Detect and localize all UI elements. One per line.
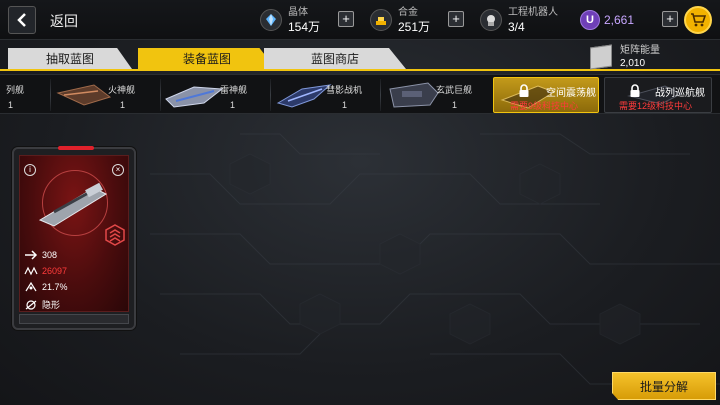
stat-value: 21.7% [42, 282, 68, 292]
ship-count: 1 [120, 100, 126, 110]
stat-value: 308 [42, 250, 58, 260]
weapon-cannon-icon [38, 182, 108, 227]
tab-blueprint-shop[interactable]: 蓝图商店 [264, 48, 406, 69]
resource-name: 工程机器人 [508, 7, 558, 18]
card-rarity-bar [58, 146, 94, 150]
resource-robot: 工程机器人 3/4 [480, 6, 558, 34]
ship-name: 列舰 [6, 85, 25, 95]
ship-count: 1 [452, 100, 458, 110]
stat-value: 26097 [42, 266, 68, 276]
blueprint-card[interactable]: i × 308 26097 21.7% 隐形 [12, 146, 136, 330]
resource-value: 251万 [398, 20, 431, 34]
divider [50, 79, 51, 111]
rank-chevron-icon [105, 224, 125, 246]
resource-value: 154万 [288, 20, 321, 34]
alloy-icon [370, 9, 392, 31]
tab-draw-blueprint[interactable]: 抽取蓝图 [8, 48, 132, 69]
robot-icon [480, 9, 502, 31]
resource-name: 晶体 [288, 7, 308, 18]
damage-icon [24, 266, 38, 276]
matrix-energy: 矩阵能量 2,010 [590, 44, 660, 70]
add-crystal-button[interactable]: + [338, 11, 354, 27]
locked-ship-requirement: 需要9级科技中心 [510, 101, 579, 111]
locked-ship-requirement: 需要12级科技中心 [619, 101, 693, 111]
xuanwu-ship-icon [389, 82, 439, 108]
resource-crystal: 晶体 154万 [260, 6, 320, 34]
add-alloy-button[interactable]: + [448, 11, 464, 27]
ship-category-item[interactable]: 玄武巨舰 1 [382, 75, 488, 115]
crit-icon [25, 282, 37, 292]
thor-ship-icon [165, 86, 224, 108]
stealth-icon [25, 299, 37, 310]
ship-name: 火神舰 [108, 85, 136, 95]
ship-category-strip: 列舰 1 火神舰 1 雷神舰 1 彗影战机 1 玄武巨舰 1 空间震荡舰 需要9… [0, 74, 720, 114]
ship-count: 1 [230, 100, 236, 110]
ship-category-item[interactable]: 雷神舰 1 [162, 75, 270, 115]
resource-value: 3/4 [508, 20, 525, 34]
ship-name: 彗影战机 [326, 85, 363, 95]
matrix-energy-value: 2,010 [620, 58, 646, 69]
ship-name: 雷神舰 [220, 85, 248, 95]
card-face: i × 308 26097 21.7% 隐形 [19, 155, 129, 312]
matrix-cube-icon [590, 44, 612, 70]
add-premium-button[interactable]: + [662, 11, 678, 27]
stat-speed: 308 [24, 250, 57, 260]
cart-icon [691, 13, 706, 27]
vulcan-ship-icon [56, 84, 112, 106]
ship-category-item[interactable]: 列舰 1 [0, 75, 50, 115]
back-button[interactable] [8, 6, 36, 34]
comet-fighter-icon [276, 84, 332, 108]
info-icon[interactable]: i [24, 164, 36, 176]
matrix-energy-label: 矩阵能量 [620, 45, 660, 56]
locked-ship-name: 空间震荡舰 [546, 88, 596, 99]
close-icon[interactable]: × [112, 164, 124, 176]
ship-category-item[interactable]: 火神舰 1 [52, 75, 160, 115]
stat-damage: 26097 [24, 266, 67, 276]
ship-count: 1 [342, 100, 348, 110]
tab-equip-blueprint[interactable]: 装备蓝图 [138, 48, 276, 69]
lock-icon [630, 84, 640, 97]
card-footer-bar [19, 314, 129, 324]
top-bar: 返回 晶体 154万 + 合金 251万 + 工程机器人 3/4 U 2,661… [0, 0, 720, 40]
chevron-left-icon [17, 13, 26, 27]
ship-category-item[interactable]: 彗影战机 1 [272, 75, 380, 115]
stat-stealth: 隐形 [24, 298, 60, 311]
premium-currency-icon: U [580, 10, 600, 30]
ship-count: 1 [8, 100, 14, 110]
locked-ship-battlecruiser[interactable]: 战列巡航舰 需要12级科技中心 [604, 77, 712, 113]
divider [380, 79, 381, 111]
shop-cart-button[interactable] [684, 6, 712, 34]
resource-alloy: 合金 251万 [370, 6, 430, 34]
resource-name: 合金 [398, 7, 418, 18]
divider [270, 79, 271, 111]
divider [160, 79, 161, 111]
locked-ship-space-shock[interactable]: 空间震荡舰 需要9级科技中心 [493, 77, 599, 113]
speed-arrow-icon [25, 250, 38, 260]
premium-currency-value: 2,661 [604, 13, 635, 27]
stat-value: 隐形 [42, 300, 61, 310]
back-label: 返回 [50, 13, 78, 29]
batch-decompose-button[interactable]: 批量分解 [612, 372, 716, 400]
stat-crit: 21.7% [24, 282, 68, 292]
ship-name: 玄武巨舰 [436, 85, 473, 95]
lock-icon [519, 84, 529, 97]
crystal-icon [260, 9, 282, 31]
locked-ship-name: 战列巡航舰 [655, 88, 705, 99]
